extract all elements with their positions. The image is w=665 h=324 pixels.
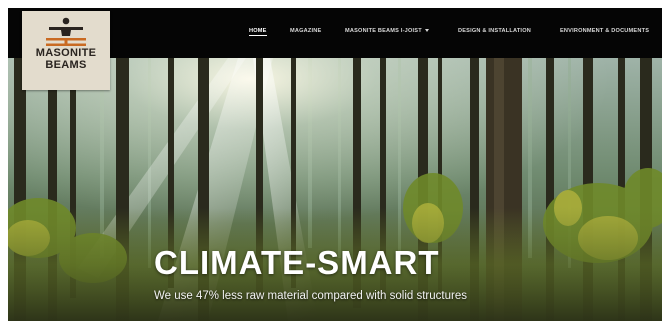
nav-environment-documents[interactable]: ENVIRONMENT & DOCUMENTS [560,28,649,34]
masonite-beams-logo[interactable]: MASONITE BEAMS [22,11,110,90]
logo-text-masonite: MASONITE [35,47,97,59]
person-beam-icon [46,17,86,46]
hero-subtitle: We use 47% less raw material compared wi… [154,290,467,302]
nav-masonite-beams-dropdown[interactable]: MASONITE BEAMS I-JOIST [345,28,429,34]
nav-magazine[interactable]: MAGAZINE [290,28,321,34]
chevron-down-icon [424,29,429,33]
logo-text-beams: BEAMS [45,59,87,71]
nav-masonite-beams-label: MASONITE BEAMS I-JOIST [345,28,422,34]
hero-title: CLIMATE-SMART [154,244,440,281]
hero-banner: CLIMATE-SMART We use 47% less raw materi… [8,58,662,321]
nav-design-installation[interactable]: DESIGN & INSTALLATION [458,28,531,34]
nav-home[interactable]: HOME [249,28,267,36]
website-frame: HOME MAGAZINE MASONITE BEAMS I-JOIST DES… [8,8,662,321]
